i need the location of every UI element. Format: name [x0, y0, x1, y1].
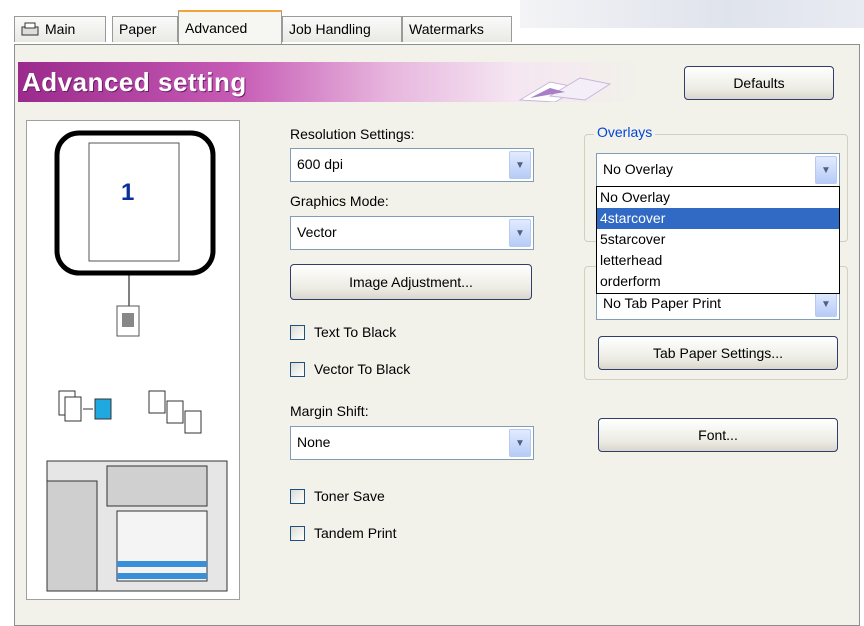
tab-advanced-label: Advanced — [185, 20, 248, 36]
tab-paper-settings-button[interactable]: Tab Paper Settings... — [598, 336, 838, 370]
vector-to-black-label: Vector To Black — [314, 361, 411, 377]
banner-title: Advanced setting — [22, 67, 247, 97]
tab-watermarks-label: Watermarks — [409, 21, 484, 37]
tab-paper-value: No Tab Paper Print — [603, 295, 722, 311]
margin-shift-label: Margin Shift: — [290, 403, 369, 419]
overlays-select[interactable]: No Overlay ▼ — [596, 153, 840, 187]
overlay-option-no-overlay[interactable]: No Overlay — [597, 187, 839, 208]
toner-save-checkbox[interactable] — [290, 489, 305, 504]
banner-pages-icon — [510, 72, 620, 105]
overlay-option-orderform[interactable]: orderform — [597, 271, 839, 292]
graphics-mode-select[interactable]: Vector ▼ — [290, 216, 534, 250]
overlays-group-title: Overlays — [594, 124, 656, 140]
background-pattern — [520, 0, 864, 28]
tab-paper-label: Paper — [119, 21, 157, 37]
preview-page-number: 1 — [121, 179, 135, 206]
tab-paper[interactable]: Paper — [112, 16, 178, 42]
overlay-option-5starcover[interactable]: 5starcover — [597, 229, 839, 250]
chevron-down-icon[interactable]: ▼ — [509, 219, 531, 247]
tab-job-handling[interactable]: Job Handling — [282, 16, 402, 42]
vector-to-black-checkbox[interactable] — [290, 362, 305, 377]
resolution-select[interactable]: 600 dpi ▼ — [290, 148, 534, 182]
text-to-black-label: Text To Black — [314, 324, 397, 340]
tab-advanced[interactable]: Advanced — [178, 10, 282, 44]
chevron-down-icon[interactable]: ▼ — [815, 156, 837, 184]
resolution-value: 600 dpi — [297, 156, 343, 172]
overlays-value: No Overlay — [603, 161, 674, 177]
defaults-button[interactable]: Defaults — [684, 66, 834, 100]
chevron-down-icon[interactable]: ▼ — [509, 151, 531, 179]
margin-shift-select[interactable]: None ▼ — [290, 426, 534, 460]
overlays-dropdown-list: No Overlay 4starcover 5starcover letterh… — [596, 186, 840, 294]
tandem-print-checkbox[interactable] — [290, 526, 305, 541]
graphics-mode-value: Vector — [297, 224, 337, 240]
toner-save-label: Toner Save — [314, 488, 385, 504]
overlay-option-letterhead[interactable]: letterhead — [597, 250, 839, 271]
overlay-option-4starcover[interactable]: 4starcover — [597, 208, 839, 229]
printer-tab-icon — [21, 22, 39, 36]
tab-job-handling-label: Job Handling — [289, 21, 371, 37]
margin-shift-value: None — [297, 434, 331, 450]
tab-main[interactable]: Main — [14, 16, 106, 42]
font-button[interactable]: Font... — [598, 418, 838, 452]
graphics-mode-label: Graphics Mode: — [290, 193, 389, 209]
image-adjustment-button[interactable]: Image Adjustment... — [290, 264, 532, 300]
chevron-down-icon[interactable]: ▼ — [815, 291, 837, 317]
text-to-black-checkbox[interactable] — [290, 325, 305, 340]
chevron-down-icon[interactable]: ▼ — [509, 429, 531, 457]
resolution-label: Resolution Settings: — [290, 126, 415, 142]
tab-main-label: Main — [45, 21, 76, 37]
tab-watermarks[interactable]: Watermarks — [402, 16, 512, 42]
tandem-print-label: Tandem Print — [314, 525, 397, 541]
preview-area: 1 — [26, 120, 240, 600]
